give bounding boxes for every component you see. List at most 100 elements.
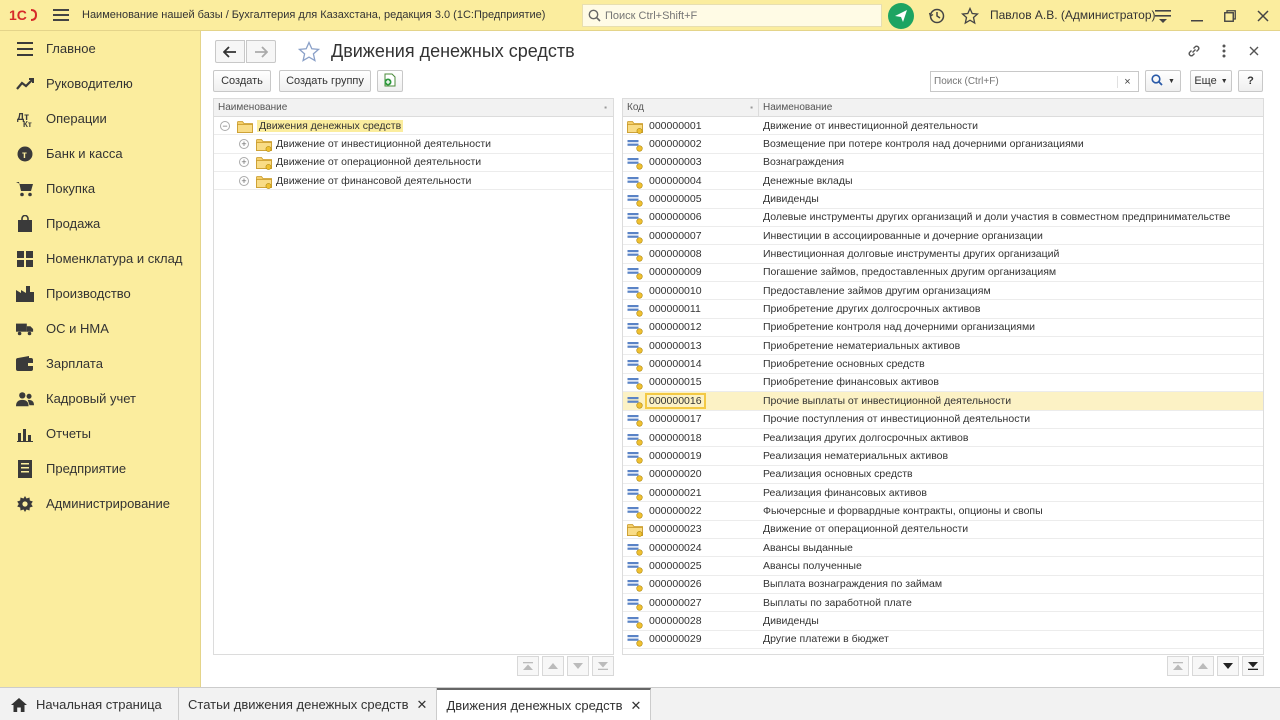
add-to-favorites-icon[interactable] bbox=[296, 39, 322, 65]
create-button[interactable]: Создать bbox=[213, 70, 271, 92]
create-group-button[interactable]: Создать группу bbox=[279, 70, 371, 92]
scroll-up-icon[interactable] bbox=[1192, 656, 1214, 676]
table-row[interactable]: 000000028 Дивиденды bbox=[623, 612, 1263, 631]
sidebar-item-13[interactable]: Администрирование bbox=[0, 486, 200, 521]
row-code: 000000021 bbox=[649, 486, 702, 499]
global-search-box[interactable] bbox=[582, 4, 882, 27]
scroll-down-icon[interactable] bbox=[1217, 656, 1239, 676]
help-button[interactable]: ? bbox=[1238, 70, 1263, 92]
row-code: 000000024 bbox=[649, 541, 702, 554]
scroll-up-icon[interactable] bbox=[542, 656, 564, 676]
forward-button[interactable] bbox=[246, 40, 276, 63]
sidebar-item-8[interactable]: ОС и НМА bbox=[0, 311, 200, 346]
search-button[interactable]: ▼ bbox=[1145, 70, 1181, 92]
tree-node[interactable]: + Движение от инвестиционной деятельности bbox=[214, 135, 613, 154]
global-search-input[interactable] bbox=[605, 9, 865, 22]
table-row[interactable]: 000000019 Реализация нематериальных актив… bbox=[623, 447, 1263, 466]
list-search-box[interactable]: × bbox=[930, 71, 1139, 92]
scroll-bottom-icon[interactable] bbox=[1242, 656, 1264, 676]
scroll-top-icon[interactable] bbox=[517, 656, 539, 676]
current-user[interactable]: Павлов А.В. (Администратор) bbox=[990, 8, 1156, 22]
table-row[interactable]: 000000020 Реализация основных средств bbox=[623, 466, 1263, 484]
table-row[interactable]: 000000014 Приобретение основных средств bbox=[623, 355, 1263, 374]
table-row[interactable]: 000000001 Движение от инвестиционной деят… bbox=[623, 117, 1263, 136]
more-vertical-icon[interactable] bbox=[1213, 40, 1235, 62]
table-row[interactable]: 000000017 Прочие поступления от инвестици… bbox=[623, 411, 1263, 429]
table-row[interactable]: 000000022 Фьючерсные и форвардные контрак… bbox=[623, 502, 1263, 521]
window-tab[interactable]: Начальная страница bbox=[0, 688, 179, 720]
sidebar-item-1[interactable]: Руководителю bbox=[0, 66, 200, 101]
row-code: 000000027 bbox=[649, 596, 702, 609]
catalog-item-icon bbox=[627, 413, 643, 427]
table-row[interactable]: 000000006 Долевые инструменты других орга… bbox=[623, 209, 1263, 228]
tree-column-header[interactable]: Наименование ▪ bbox=[214, 99, 613, 117]
scroll-bottom-icon[interactable] bbox=[592, 656, 614, 676]
sidebar-item-4[interactable]: Покупка bbox=[0, 171, 200, 206]
sidebar-item-9[interactable]: Зарплата bbox=[0, 346, 200, 381]
table-row[interactable]: 000000003 Вознаграждения bbox=[623, 154, 1263, 173]
scroll-down-icon[interactable] bbox=[567, 656, 589, 676]
settings-filter-icon[interactable] bbox=[1148, 0, 1178, 31]
row-name: Приобретение нематериальных активов bbox=[763, 339, 961, 352]
history-icon[interactable] bbox=[922, 0, 952, 31]
table-row[interactable]: 000000004 Денежные вклады bbox=[623, 172, 1263, 191]
expand-icon[interactable]: + bbox=[239, 157, 249, 168]
copy-item-button[interactable] bbox=[377, 70, 403, 92]
table-row[interactable]: 000000011 Приобретение других долгосрочны… bbox=[623, 300, 1263, 319]
table-row[interactable]: 000000026 Выплата вознаграждения по займа… bbox=[623, 576, 1263, 594]
more-button[interactable]: Еще ▼ bbox=[1190, 70, 1232, 92]
table-row[interactable]: 000000009 Погашение займов, предоставленн… bbox=[623, 264, 1263, 283]
table-row[interactable]: 000000012 Приобретение контроля над дочер… bbox=[623, 319, 1263, 338]
sidebar-item-6[interactable]: Номенклатура и склад bbox=[0, 241, 200, 276]
sidebar-item-5[interactable]: Продажа bbox=[0, 206, 200, 241]
table-row[interactable]: 000000029 Другие платежи в бюджет bbox=[623, 631, 1263, 649]
close-form-icon[interactable] bbox=[1243, 40, 1265, 62]
sidebar-item-10[interactable]: Кадровый учет bbox=[0, 381, 200, 416]
restore-icon[interactable] bbox=[1215, 0, 1245, 31]
table-row[interactable]: 000000021 Реализация финансовых активов bbox=[623, 484, 1263, 503]
tree-node-root[interactable]: − Движения денежных средств bbox=[214, 117, 613, 136]
table-row[interactable]: 000000007 Инвестиции в ассоциированные и … bbox=[623, 227, 1263, 246]
close-window-icon[interactable] bbox=[1248, 0, 1278, 31]
sidebar-item-3[interactable]: т Банк и касса bbox=[0, 136, 200, 171]
table-row[interactable]: 000000024 Авансы выданные bbox=[623, 539, 1263, 558]
name-column-header[interactable]: Наименование bbox=[759, 99, 1263, 117]
table-row[interactable]: 000000016 Прочие выплаты от инвестиционно… bbox=[623, 392, 1263, 411]
favorites-star-icon[interactable] bbox=[955, 0, 985, 31]
sidebar-item-11[interactable]: Отчеты bbox=[0, 416, 200, 451]
link-icon[interactable] bbox=[1183, 40, 1205, 62]
sidebar-item-2[interactable]: Дт Кт Операции bbox=[0, 101, 200, 136]
window-tab[interactable]: Статьи движения денежных средств ✕ bbox=[179, 688, 438, 720]
window-tab[interactable]: Движения денежных средств ✕ bbox=[437, 688, 652, 720]
table-row[interactable]: 000000015 Приобретение финансовых активов bbox=[623, 374, 1263, 393]
back-button[interactable] bbox=[215, 40, 245, 63]
sidebar-item-7[interactable]: Производство bbox=[0, 276, 200, 311]
table-row[interactable]: 000000025 Авансы полученные bbox=[623, 557, 1263, 576]
close-tab-icon[interactable]: ✕ bbox=[417, 697, 428, 713]
row-name: Выплаты по заработной плате bbox=[763, 596, 912, 609]
expand-icon[interactable]: + bbox=[239, 175, 249, 186]
minimize-icon[interactable] bbox=[1182, 0, 1212, 31]
table-row[interactable]: 000000002 Возмещение при потере контроля … bbox=[623, 135, 1263, 154]
expand-icon[interactable]: + bbox=[239, 139, 249, 150]
table-row[interactable]: 000000018 Реализация других долгосрочных … bbox=[623, 429, 1263, 448]
notifications-icon[interactable] bbox=[888, 3, 914, 29]
close-tab-icon[interactable]: ✕ bbox=[630, 698, 641, 714]
list-search-input[interactable] bbox=[931, 76, 1117, 87]
table-row[interactable]: 000000010 Предоставление займов другим ор… bbox=[623, 282, 1263, 301]
tree-node[interactable]: + Движение от операционной деятельности bbox=[214, 154, 613, 173]
sidebar-item-12[interactable]: Предприятие bbox=[0, 451, 200, 486]
table-row[interactable]: 000000027 Выплаты по заработной плате bbox=[623, 594, 1263, 613]
table-row[interactable]: 000000008 Инвестиционная долговые инструм… bbox=[623, 245, 1263, 264]
collapse-icon[interactable]: − bbox=[220, 120, 230, 131]
table-row[interactable]: 000000023 Движение от операционной деятел… bbox=[623, 521, 1263, 539]
sidebar-item-label: Главное bbox=[46, 41, 96, 56]
main-menu-icon[interactable] bbox=[46, 0, 76, 31]
table-row[interactable]: 000000005 Дивиденды bbox=[623, 190, 1263, 209]
tree-node[interactable]: + Движение от финансовой деятельности bbox=[214, 172, 613, 191]
table-row[interactable]: 000000013 Приобретение нематериальных акт… bbox=[623, 337, 1263, 356]
clear-search-icon[interactable]: × bbox=[1117, 75, 1137, 88]
sidebar-item-0[interactable]: Главное bbox=[0, 31, 200, 66]
scroll-top-icon[interactable] bbox=[1167, 656, 1189, 676]
code-column-header[interactable]: Код ▪ bbox=[623, 99, 759, 117]
